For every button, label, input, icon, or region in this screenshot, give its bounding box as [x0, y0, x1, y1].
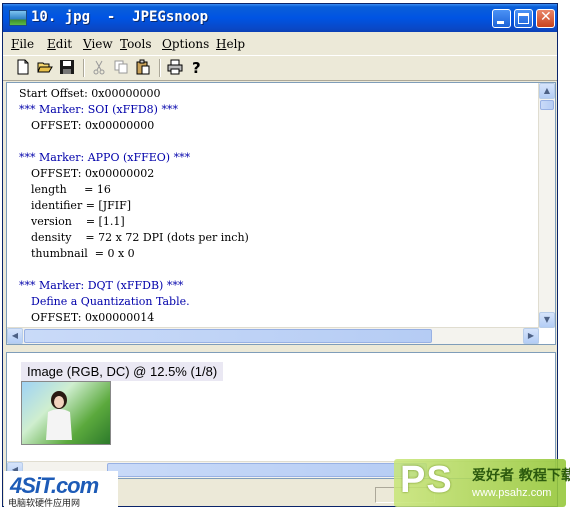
log-line: Start Offset: 0x00000000	[19, 87, 161, 100]
log-line: density = 72 x 72 DPI (dots per inch)	[31, 231, 249, 244]
toolbar-separator	[83, 59, 85, 77]
log-line: length = 16	[31, 183, 111, 196]
log-line: Define a Quantization Table.	[31, 295, 190, 308]
toolbar: ?	[3, 55, 557, 81]
menu-file[interactable]: File	[11, 37, 34, 51]
scroll-thumb[interactable]	[540, 100, 554, 110]
cut-icon[interactable]	[91, 59, 109, 77]
maximize-button[interactable]	[514, 9, 533, 28]
scroll-down-button[interactable]: ▼	[539, 312, 555, 328]
print-icon[interactable]	[167, 59, 185, 77]
log-vertical-scrollbar[interactable]: ▲ ▼	[538, 83, 555, 328]
log-line: identifier = [JFIF]	[31, 199, 132, 212]
menu-view[interactable]: View	[83, 37, 113, 51]
image-thumbnail	[21, 381, 111, 445]
watermark-url: www.psahz.com	[472, 487, 552, 499]
log-line: OFFSET: 0x00000002	[31, 167, 155, 180]
save-icon[interactable]	[59, 59, 77, 77]
maximize-icon	[518, 13, 529, 24]
watermark-ps-text: PS	[400, 459, 453, 501]
copy-icon[interactable]	[113, 59, 131, 77]
image-scroll-thumb[interactable]	[107, 463, 427, 477]
watermark-subtitle: 电脑软硬件应用网	[8, 499, 81, 509]
window-title: 10. jpg - JPEGsnoop	[31, 9, 209, 25]
scroll-up-button[interactable]: ▲	[539, 83, 555, 99]
site-watermark-logo: 4SiT.com 电脑软硬件应用网	[4, 471, 118, 509]
help-icon[interactable]: ?	[189, 59, 207, 77]
log-marker-line: *** Marker: SOI (xFFD8) ***	[19, 103, 178, 116]
log-line: OFFSET: 0x00000014	[31, 311, 155, 324]
jpegsnoop-window: 10. jpg - JPEGsnoop ✕ File Edit View Too…	[2, 3, 558, 507]
log-line: version = [1.1]	[31, 215, 125, 228]
menu-bar: File Edit View Tools Options Help	[3, 34, 557, 54]
app-icon	[9, 10, 27, 26]
pane-splitter[interactable]	[3, 347, 557, 351]
menu-tools[interactable]: Tools	[120, 37, 152, 51]
svg-text:?: ?	[192, 59, 201, 75]
log-marker-line: *** Marker: APPO (xFFEO) ***	[19, 151, 191, 164]
log-line: OFFSET: 0x00000000	[31, 119, 155, 132]
menu-options[interactable]: Options	[162, 37, 209, 51]
watermark-chinese-text: 爱好者 教程下载	[472, 468, 570, 484]
scroll-left-button[interactable]: ◀	[7, 328, 23, 344]
image-caption: Image (RGB, DC) @ 12.5% (1/8)	[21, 362, 224, 381]
menu-help[interactable]: Help	[216, 37, 245, 51]
ps-watermark-logo: PS 爱好者 教程下载 www.psahz.com	[394, 459, 570, 507]
close-icon: ✕	[540, 9, 552, 25]
title-bar[interactable]: 10. jpg - JPEGsnoop ✕	[3, 4, 557, 32]
log-text: Start Offset: 0x00000000 *** Marker: SOI …	[19, 86, 537, 342]
menu-edit[interactable]: Edit	[47, 37, 72, 51]
minimize-button[interactable]	[492, 9, 511, 28]
log-output-pane[interactable]: Start Offset: 0x00000000 *** Marker: SOI …	[6, 82, 556, 345]
horizontal-scroll-thumb[interactable]	[24, 329, 432, 343]
toolbar-separator	[159, 59, 161, 77]
minimize-icon	[497, 21, 504, 24]
log-line: thumbnail = 0 x 0	[31, 247, 135, 260]
open-folder-icon[interactable]	[37, 59, 55, 77]
log-horizontal-scrollbar[interactable]: ◀ ▶	[7, 327, 539, 344]
log-marker-line: *** Marker: DQT (xFFDB) ***	[19, 279, 184, 292]
paste-icon[interactable]	[135, 59, 153, 77]
close-button[interactable]: ✕	[536, 9, 555, 28]
scroll-right-button[interactable]: ▶	[523, 328, 539, 344]
new-file-icon[interactable]	[15, 59, 33, 77]
